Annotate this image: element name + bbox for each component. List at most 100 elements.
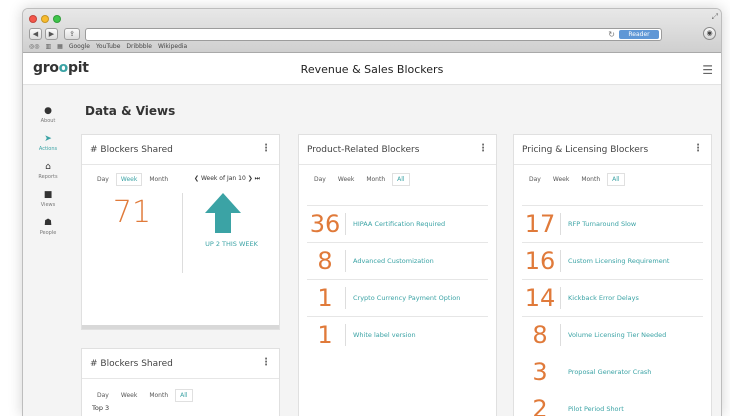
people-icon: ☗ (43, 218, 53, 228)
sidebar-item-reports[interactable]: ⌂ Reports (23, 162, 73, 180)
item-count: 3 (532, 358, 548, 386)
app-header: groopit Revenue & Sales Blockers ☰ (23, 53, 721, 85)
list-item[interactable]: 3 Proposal Generator Crash (522, 353, 703, 390)
more-vertical-icon[interactable]: ⋮ (478, 143, 488, 154)
item-label[interactable]: Custom Licensing Requirement (568, 257, 669, 265)
top3-label: Top 3 (92, 404, 110, 412)
section-title: Data & Views (85, 104, 176, 118)
list-item[interactable]: 8 Advanced Customization (307, 242, 488, 279)
close-window-button[interactable] (29, 15, 37, 23)
item-label[interactable]: Advanced Customization (353, 257, 434, 265)
item-count: 16 (524, 247, 556, 275)
list-item[interactable]: 17 RFP Turnaround Slow (522, 205, 703, 242)
tab-month[interactable]: Month (144, 173, 173, 186)
tab-month[interactable]: Month (361, 173, 390, 186)
top-sites-icon[interactable]: ▦ (57, 43, 63, 50)
tab-all[interactable]: All (175, 389, 193, 402)
main-content: ● About ➤ Actions ⌂ Reports ■ Views ☗ Pe… (23, 86, 721, 416)
sidebar-item-label: Actions (38, 146, 58, 152)
card-header: Pricing & Licensing Blockers ⋮ (514, 135, 711, 165)
divider (560, 250, 561, 272)
forward-button[interactable]: ▶ (45, 28, 58, 40)
item-label[interactable]: Crypto Currency Payment Option (353, 294, 460, 302)
bookmark-youtube[interactable]: YouTube (96, 43, 120, 50)
item-label[interactable]: Pilot Period Short (568, 405, 624, 413)
item-count: 2 (532, 395, 548, 416)
browser-toolbar: ⤢ ◀ ▶ ⇪ ↻ Reader ◉ ◎◎ ▥ ▦ Google YouTube… (23, 9, 721, 53)
browser-window: ⤢ ◀ ▶ ⇪ ↻ Reader ◉ ◎◎ ▥ ▦ Google YouTube… (22, 8, 722, 416)
more-vertical-icon[interactable]: ⋮ (693, 143, 703, 154)
pricing-blockers-card: Pricing & Licensing Blockers ⋮ Day Week … (513, 134, 712, 416)
tab-day[interactable]: Day (92, 389, 114, 402)
list-item[interactable]: 8 Volume Licensing Tier Needed (522, 316, 703, 353)
zoom-window-button[interactable] (53, 15, 61, 23)
list-item[interactable]: 1 White label version (307, 316, 488, 353)
card-header: Product-Related Blockers ⋮ (299, 135, 496, 165)
fullscreen-icon[interactable]: ⤢ (712, 12, 718, 22)
info-icon: ● (44, 106, 52, 116)
card-header: # Blockers Shared ⋮ (82, 135, 279, 165)
reader-button[interactable]: Reader (619, 30, 659, 39)
bookmark-dribbble[interactable]: Dribbble (126, 43, 152, 50)
item-label[interactable]: Volume Licensing Tier Needed (568, 331, 666, 339)
item-label[interactable]: RFP Turnaround Slow (568, 220, 636, 228)
card-title: # Blockers Shared (90, 359, 173, 369)
item-label[interactable]: White label version (353, 331, 416, 339)
reload-icon[interactable]: ↻ (608, 30, 615, 39)
period-tabs: Day Week Month (92, 173, 173, 186)
square-icon: ■ (43, 190, 53, 200)
divider (560, 398, 561, 416)
prev-week-icon[interactable]: ❮ (194, 175, 199, 182)
tab-day[interactable]: Day (524, 173, 546, 186)
tab-month[interactable]: Month (576, 173, 605, 186)
blocker-list: 36 HIPAA Certification Required 8 Advanc… (307, 205, 488, 353)
divider (560, 213, 561, 235)
item-count: 17 (524, 210, 556, 238)
tab-day[interactable]: Day (92, 173, 114, 186)
card-header: # Blockers Shared ⋮ (82, 349, 279, 379)
item-label[interactable]: HIPAA Certification Required (353, 220, 445, 228)
next-week-icon[interactable]: ❯ (248, 175, 253, 182)
sidebar-item-label: Reports (38, 174, 58, 180)
tab-all[interactable]: All (392, 173, 410, 186)
item-count: 36 (309, 210, 341, 238)
tab-week[interactable]: Week (115, 173, 143, 186)
extension-icon[interactable]: ◉ (703, 27, 716, 40)
back-button[interactable]: ◀ (29, 28, 42, 40)
reading-list-icon[interactable]: ◎◎ (29, 43, 39, 50)
bookmark-google[interactable]: Google (69, 43, 90, 50)
divider (345, 250, 346, 272)
menu-icon[interactable]: ☰ (702, 63, 713, 77)
tab-day[interactable]: Day (309, 173, 331, 186)
list-item[interactable]: 1 Crypto Currency Payment Option (307, 279, 488, 316)
up-arrow-icon (203, 191, 243, 235)
period-tabs: Day Week Month All (524, 173, 625, 186)
tab-week[interactable]: Week (548, 173, 574, 186)
tab-week[interactable]: Week (333, 173, 359, 186)
share-button[interactable]: ⇪ (64, 28, 80, 40)
more-vertical-icon[interactable]: ⋮ (261, 143, 271, 154)
more-vertical-icon[interactable]: ⋮ (261, 357, 271, 368)
list-item[interactable]: 2 Pilot Period Short (522, 390, 703, 416)
tab-week[interactable]: Week (116, 389, 142, 402)
tab-month[interactable]: Month (144, 389, 173, 402)
nav-buttons: ◀ ▶ ⇪ (29, 28, 80, 40)
list-item[interactable]: 36 HIPAA Certification Required (307, 205, 488, 242)
list-item[interactable]: 16 Custom Licensing Requirement (522, 242, 703, 279)
bookmarks-icon[interactable]: ▥ (45, 43, 51, 50)
tab-all[interactable]: All (607, 173, 625, 186)
sidebar-item-actions[interactable]: ➤ Actions (23, 134, 73, 152)
sidebar-item-views[interactable]: ■ Views (23, 190, 73, 208)
bookmark-wikipedia[interactable]: Wikipedia (158, 43, 187, 50)
item-label[interactable]: Proposal Generator Crash (568, 368, 651, 376)
divider (182, 193, 183, 273)
card-title: Product-Related Blockers (307, 145, 420, 155)
address-bar[interactable]: ↻ Reader (85, 28, 662, 41)
last-week-icon[interactable]: ⏭ (255, 175, 260, 182)
sidebar-item-about[interactable]: ● About (23, 106, 73, 124)
minimize-window-button[interactable] (41, 15, 49, 23)
list-item[interactable]: 14 Kickback Error Delays (522, 279, 703, 316)
sidebar-item-people[interactable]: ☗ People (23, 218, 73, 236)
item-label[interactable]: Kickback Error Delays (568, 294, 639, 302)
sidebar-item-label: People (39, 230, 57, 236)
